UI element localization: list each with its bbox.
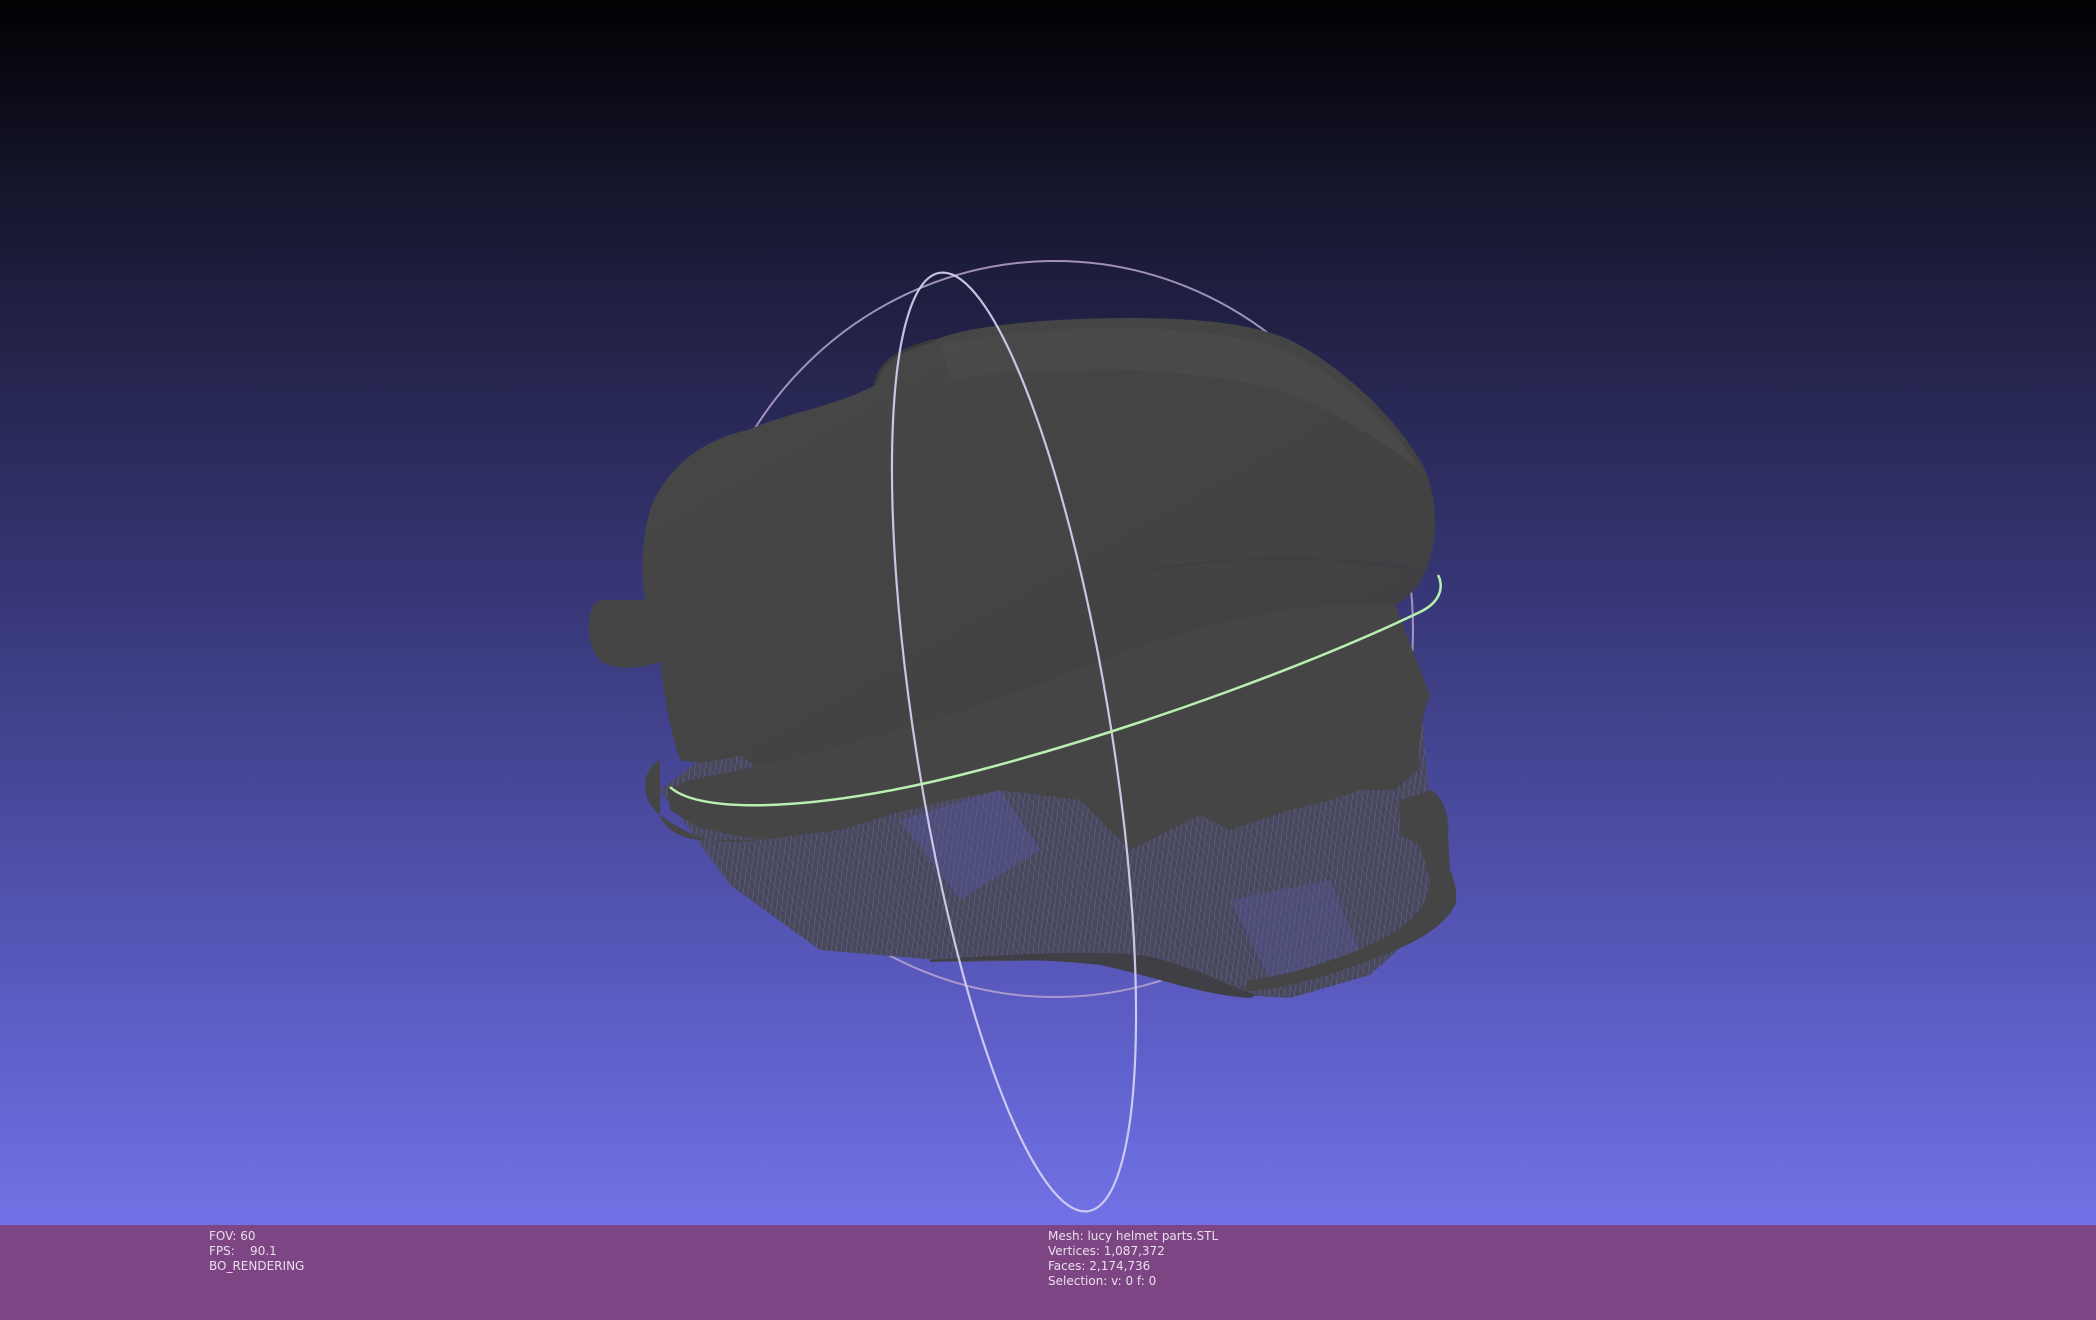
mesh-name-label: Mesh: lucy helmet parts.STL [1048,1229,1219,1243]
fov-label: FOV: 60 [209,1229,256,1243]
vertices-label: Vertices: 1,087,372 [1048,1244,1165,1258]
render-info: FOV: 60 FPS: 90.1 BO_RENDERING [209,1229,304,1274]
render-mode-label: BO_RENDERING [209,1259,305,1273]
3d-viewport[interactable] [0,0,2096,1225]
mesh-info: Mesh: lucy helmet parts.STL Vertices: 1,… [1048,1229,1218,1289]
faces-label: Faces: 2,174,736 [1048,1259,1151,1273]
scene-canvas[interactable] [0,0,2096,1225]
info-bar: FOV: 60 FPS: 90.1 BO_RENDERING Mesh: luc… [0,1225,2096,1320]
selection-label: Selection: v: 0 f: 0 [1048,1274,1157,1288]
fps-label: FPS: 90.1 [209,1244,277,1258]
